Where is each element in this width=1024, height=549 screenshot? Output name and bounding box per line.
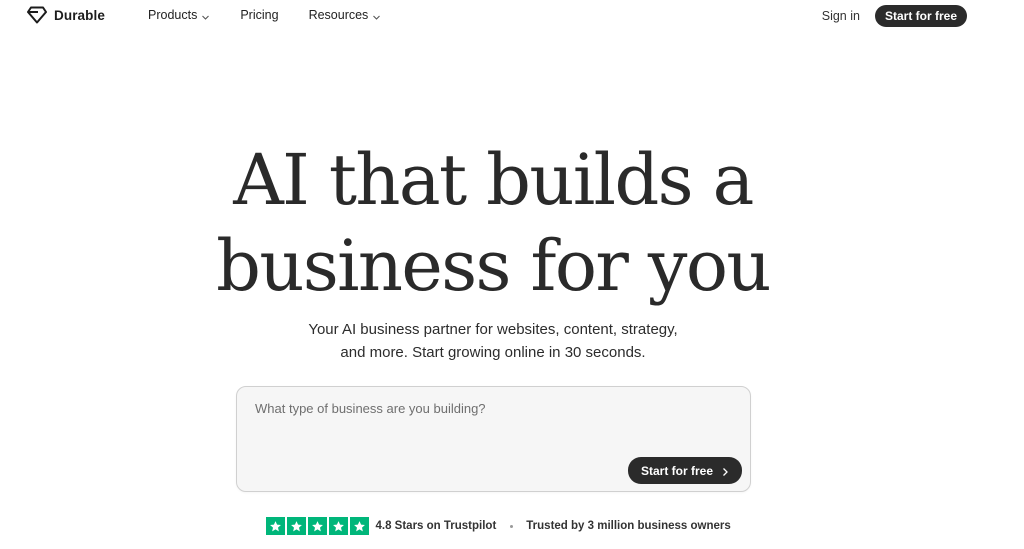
- trustpilot-stars: [266, 516, 369, 536]
- star-icon: [266, 516, 285, 536]
- sign-in-link[interactable]: Sign in: [822, 9, 860, 23]
- business-type-input[interactable]: [255, 401, 725, 416]
- diamond-logo-icon: [27, 6, 47, 24]
- brand-name: Durable: [54, 7, 105, 23]
- trustpilot-rating: 4.8 Stars on Trustpilot: [375, 520, 497, 532]
- hero-title-line: AI that builds a: [233, 139, 754, 221]
- nav-item-resources[interactable]: Resources: [309, 8, 382, 22]
- chevron-right-icon: [721, 466, 729, 476]
- separator-dot: [510, 524, 514, 528]
- prompt-submit-label: Start for free: [640, 463, 713, 478]
- nav-item-products[interactable]: Products: [148, 8, 210, 22]
- star-icon: [308, 516, 327, 536]
- hero-subtitle-line: and more. Start growing online in 30 sec…: [340, 344, 646, 361]
- star-icon: [329, 516, 348, 536]
- trusted-by-text: Trusted by 3 million business owners: [526, 520, 731, 532]
- start-for-free-button[interactable]: Start for free: [874, 5, 967, 27]
- hero-title: AI that builds a business for you: [0, 137, 986, 309]
- star-icon: [287, 516, 306, 536]
- chevron-down-icon: [372, 11, 381, 20]
- nav-actions: Sign in Start for free: [822, 5, 967, 27]
- top-navigation: Durable Products Pricing Resources Sign …: [0, 0, 1024, 32]
- brand-logo-link[interactable]: Durable: [27, 6, 105, 24]
- nav-item-label: Products: [148, 8, 198, 22]
- nav-item-label: Resources: [308, 8, 369, 22]
- business-prompt-box[interactable]: Start for free: [236, 386, 751, 492]
- hero-subtitle: Your AI business partner for websites, c…: [0, 318, 986, 364]
- star-icon: [350, 516, 369, 536]
- nav-item-label: Pricing: [240, 8, 279, 22]
- social-proof: 4.8 Stars on Trustpilot Trusted by 3 mil…: [266, 516, 731, 536]
- hero-title-line: business for you: [216, 225, 771, 307]
- hero-subtitle-line: Your AI business partner for websites, c…: [308, 321, 678, 338]
- nav-item-pricing[interactable]: Pricing: [240, 8, 278, 22]
- primary-nav: Products Pricing Resources: [148, 8, 411, 22]
- prompt-start-for-free-button[interactable]: Start for free: [627, 457, 742, 484]
- chevron-down-icon: [201, 11, 210, 20]
